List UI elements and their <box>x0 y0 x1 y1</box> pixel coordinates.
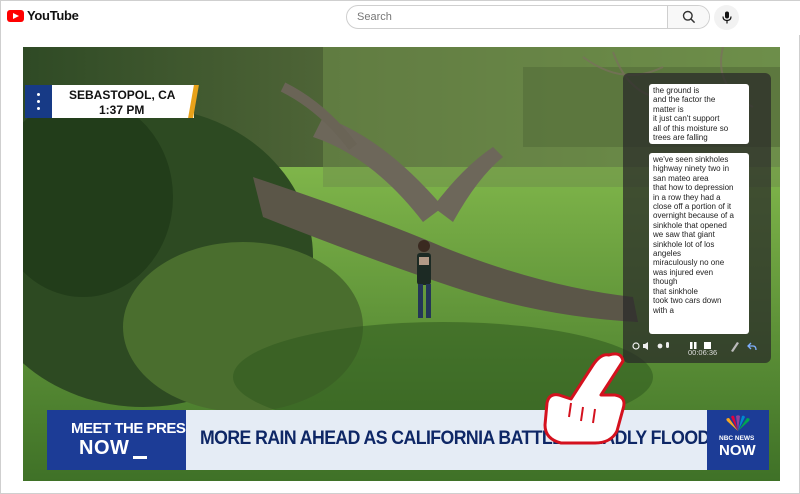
headline-text: MORE RAIN AHEAD AS CALIFORNIA BATTLES DE… <box>200 428 740 449</box>
location-badge <box>25 85 52 118</box>
nbc-news-now-logo: NBC NEWS NOW <box>707 410 769 470</box>
caption-line: matter is <box>653 104 684 114</box>
caption-line: miraculously no one <box>653 258 725 268</box>
caption-bubble: the ground is and the factor the matter is… <box>649 84 749 145</box>
caption-line: the ground is <box>653 86 700 95</box>
caption-line: highway ninety two in <box>653 164 730 174</box>
caption-line: in a row they had a <box>653 192 721 202</box>
search-input[interactable] <box>347 6 667 28</box>
caption-line: angeles <box>653 249 682 259</box>
lower-third-banner: MEET THE PRESS NOW MORE RAIN AHEAD AS CA… <box>47 410 769 470</box>
location-time: 1:37 PM <box>99 103 145 117</box>
location-city: SEBASTOPOL, CA <box>69 88 176 102</box>
caption-line: and the factor the <box>653 95 716 105</box>
meet-the-press-logo: MEET THE PRESS NOW <box>47 410 195 470</box>
browser-frame: YouTube Search SEBASTOPOL, CA 1:37 PM th… <box>0 0 800 494</box>
undo-icon <box>747 342 757 351</box>
caption-line: sinkhole lot of los <box>653 239 715 249</box>
caption-elapsed-time: 00:06:36 <box>688 348 718 357</box>
caption-line: overnight because of a <box>653 211 734 221</box>
caption-panel: the ground is and the factor the matter is… <box>623 73 771 363</box>
edit-icon <box>731 342 739 352</box>
caption-line: was injured even <box>653 267 714 277</box>
voice-search-button[interactable] <box>714 5 739 30</box>
network-now: NOW <box>719 442 756 459</box>
network-label: NBC NEWS <box>719 435 755 442</box>
peacock-icon <box>726 415 750 431</box>
caption-line: trees are falling <box>653 133 708 143</box>
caption-line: close off a portion of it <box>653 202 732 212</box>
search-icon <box>682 10 695 24</box>
caption-line: sinkhole that opened <box>653 220 727 230</box>
caption-bubble: we've seen sinkholes highway ninety two i… <box>649 153 749 334</box>
logo-text: YouTube <box>27 8 79 23</box>
caption-line: we've seen sinkholes <box>653 155 729 164</box>
caption-line: took two cars down <box>653 296 722 306</box>
location-box: SEBASTOPOL, CA 1:37 PM <box>25 85 199 118</box>
show-title: MEET THE PRESS <box>71 420 195 437</box>
pointing-hand-icon <box>543 352 626 445</box>
youtube-logo[interactable]: YouTube <box>7 8 79 23</box>
mic-small-icon <box>666 342 669 348</box>
caption-line: san mateo area <box>653 173 709 183</box>
show-subtitle: NOW <box>79 437 148 459</box>
search-button[interactable] <box>667 6 709 28</box>
search-box <box>346 5 710 29</box>
top-bar: YouTube <box>1 1 800 35</box>
caption-line: though <box>653 277 678 287</box>
dot-indicator-icon <box>657 343 663 349</box>
caption-line: all of this moisture so <box>653 123 729 133</box>
microphone-icon <box>721 11 732 24</box>
youtube-play-icon <box>7 9 24 22</box>
caption-line: that how to depression <box>653 183 734 193</box>
volume-icon <box>643 342 648 350</box>
caption-line: with a <box>653 305 674 315</box>
caption-line: it just can't support <box>653 114 720 124</box>
caption-line: that sinkhole <box>653 286 698 296</box>
video-player[interactable]: SEBASTOPOL, CA 1:37 PM the ground is and … <box>23 47 780 481</box>
caption-line: we saw that giant <box>653 230 715 240</box>
